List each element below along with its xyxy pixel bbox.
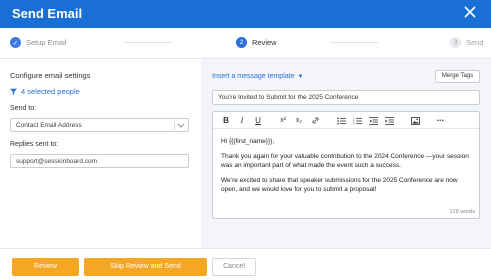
step-label: Send (466, 38, 484, 47)
subscript-button[interactable]: x₂ (293, 115, 305, 126)
indent-button[interactable] (384, 115, 395, 126)
step-number: 2 (236, 37, 247, 48)
check-icon: ✓ (10, 37, 21, 48)
step-setup-email[interactable]: ✓ Setup Email (10, 37, 66, 48)
numbered-list-icon: 123 (353, 117, 362, 125)
skip-review-and-send-button[interactable]: Skip Review and Send (84, 258, 207, 276)
review-button[interactable]: Review (12, 258, 79, 276)
step-review: 2 Review (236, 37, 277, 48)
step-label: Setup Email (26, 38, 67, 47)
rich-text-editor[interactable]: B I U x² x₂ 123 ••• Hi {{{first_name}}},… (212, 111, 480, 219)
underline-button[interactable]: U (253, 115, 263, 126)
replies-value: support@sessionboard.com (16, 158, 98, 165)
selected-people-label: 4 selected people (21, 87, 80, 96)
step-label: Review (252, 38, 277, 47)
message-panel: Insert a message template ▼ Merge Tags Y… (201, 59, 491, 248)
link-icon (312, 117, 319, 124)
send-to-select[interactable]: Contact Email Address (10, 118, 189, 132)
editor-toolbar: B I U x² x₂ 123 ••• (213, 112, 479, 129)
chevron-down-icon (177, 123, 185, 128)
dialog-header: Send Email (0, 0, 491, 28)
dialog-footer: Review Skip Review and Send Cancel (0, 248, 491, 280)
insert-template-dropdown[interactable]: Insert a message template ▼ (212, 73, 303, 80)
insert-image-button[interactable] (410, 115, 421, 126)
indent-icon (385, 116, 394, 125)
word-count: 128 words (449, 209, 475, 215)
more-options-button[interactable]: ••• (434, 115, 447, 126)
numbered-list-button[interactable]: 123 (352, 115, 363, 126)
filter-icon (10, 88, 17, 95)
replies-field[interactable]: support@sessionboard.com (10, 154, 189, 168)
bullet-list-icon (337, 117, 346, 124)
settings-heading: Configure email settings (10, 71, 91, 80)
link-button[interactable] (310, 115, 321, 126)
outdent-icon (369, 116, 378, 125)
dialog-title: Send Email (12, 6, 83, 21)
bold-button[interactable]: B (221, 115, 231, 126)
send-to-value: Contact Email Address (16, 122, 82, 129)
superscript-button[interactable]: x² (277, 115, 289, 126)
selected-people-link[interactable]: 4 selected people (10, 87, 80, 96)
step-connector (124, 42, 172, 43)
email-settings-panel: Configure email settings 4 selected peop… (0, 59, 201, 248)
body-paragraph: Thank you again for your valuable contri… (221, 153, 469, 169)
select-divider (174, 121, 175, 130)
step-connector (330, 42, 378, 43)
merge-tags-button[interactable]: Merge Tags (435, 70, 480, 83)
cancel-button[interactable]: Cancel (212, 258, 256, 276)
image-icon (411, 116, 420, 125)
replies-label: Replies sent to: (10, 141, 59, 148)
caret-down-icon: ▼ (297, 73, 304, 80)
step-number: 3 (450, 37, 461, 48)
close-icon[interactable] (463, 5, 477, 19)
subject-input[interactable]: You’re Invited to Submit for the 2025 Co… (212, 90, 480, 105)
insert-template-label: Insert a message template (212, 73, 295, 80)
italic-button[interactable]: I (237, 115, 247, 126)
message-body: Hi {{{first_name}}}, Thank you again for… (221, 137, 471, 200)
stepper: ✓ Setup Email 2 Review 3 Send (0, 28, 491, 59)
svg-text:3: 3 (353, 122, 355, 124)
subject-value: You’re Invited to Submit for the 2025 Co… (218, 94, 359, 101)
send-to-label: Send to: (10, 105, 37, 112)
bullet-list-button[interactable] (336, 115, 347, 126)
body-paragraph: Hi {{{first_name}}}, (221, 138, 275, 145)
body-paragraph: We’re excited to share that speaker subm… (221, 177, 458, 193)
step-send: 3 Send (450, 37, 484, 48)
outdent-button[interactable] (368, 115, 379, 126)
